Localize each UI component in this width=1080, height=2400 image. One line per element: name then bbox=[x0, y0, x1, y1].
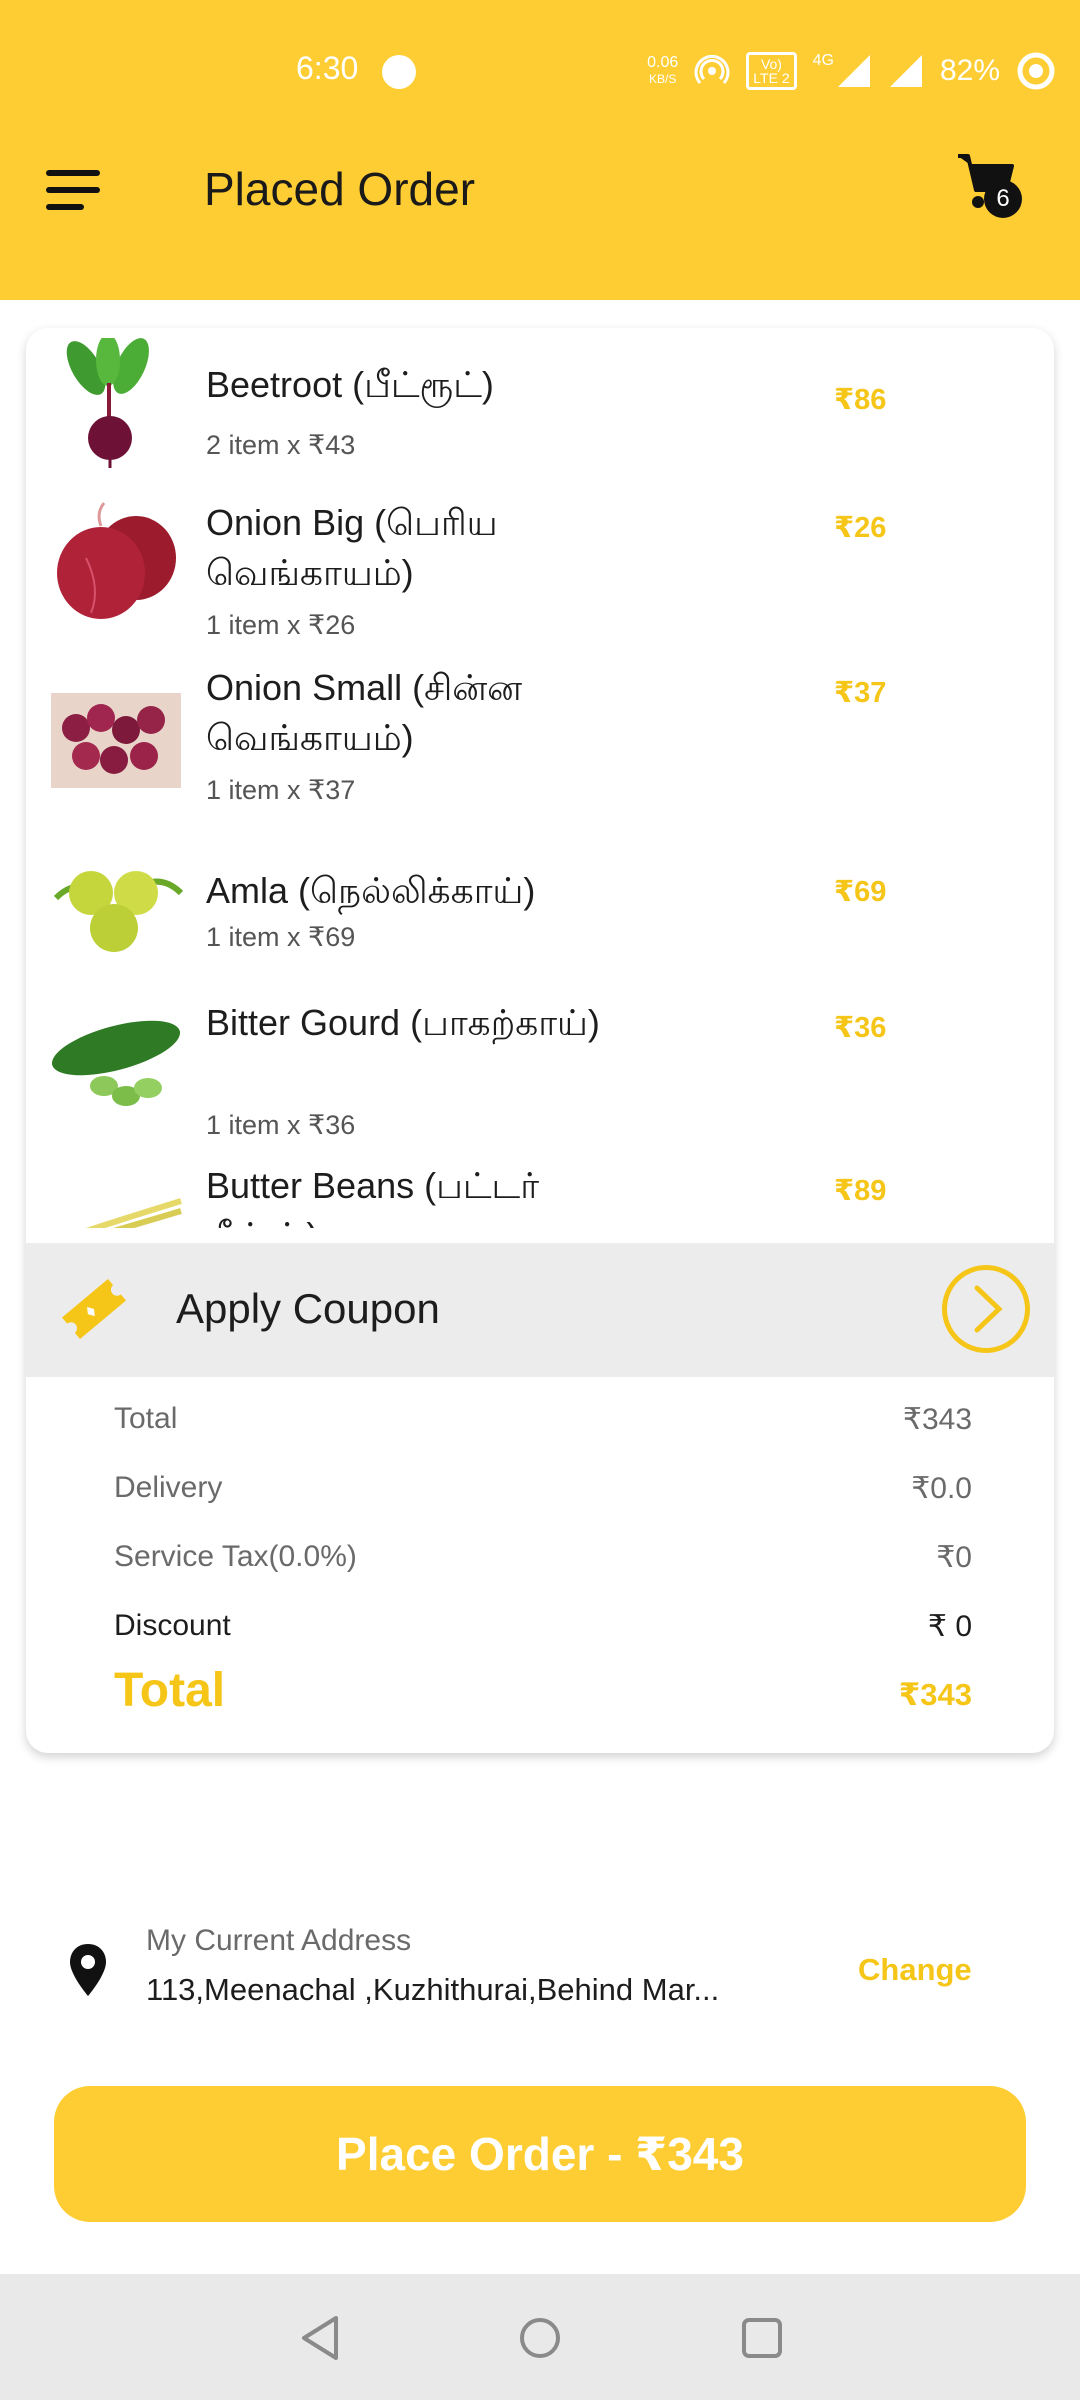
summary-discount-label: Discount bbox=[114, 1609, 231, 1642]
item-name: Onion Big (பெரிய வெங்காயம்) bbox=[206, 502, 498, 593]
item-name: Bitter Gourd (பாகற்காய்) bbox=[206, 1002, 600, 1043]
battery-percent: 82% bbox=[939, 54, 1000, 87]
status-icons: 0.06 KB/S Vo) LTE 2 4G 82% bbox=[647, 48, 1056, 94]
signal-icon bbox=[837, 55, 870, 87]
item-qty: 1 item x ₹37 bbox=[206, 775, 356, 805]
summary-discount-value: ₹ 0 bbox=[927, 1610, 972, 1643]
chevron-right-icon[interactable] bbox=[942, 1265, 1030, 1353]
item-price: ₹69 bbox=[834, 876, 887, 908]
bitter-gourd-image bbox=[51, 1020, 181, 1106]
grand-total-value: ₹343 bbox=[898, 1677, 972, 1712]
item-name: Butter Beans (பட்டர் பீன்ஸ்) bbox=[206, 1165, 540, 1228]
summary-delivery-value: ₹0.0 bbox=[911, 1472, 972, 1505]
network-type: 4G bbox=[812, 52, 834, 69]
item-price: ₹89 bbox=[834, 1175, 887, 1207]
location-pin-icon bbox=[70, 1944, 106, 1996]
back-icon[interactable] bbox=[298, 2314, 342, 2362]
battery-icon bbox=[1017, 52, 1055, 90]
apply-coupon-label: Apply Coupon bbox=[176, 1285, 440, 1332]
item-price: ₹37 bbox=[834, 677, 887, 709]
app-root: 6:30 0.06 KB/S Vo) LTE 2 4G 82% Placed O… bbox=[0, 0, 1080, 2400]
place-order-button[interactable]: Place Order - ₹343 bbox=[54, 2086, 1026, 2222]
volte-icon: Vo) LTE 2 bbox=[746, 52, 797, 90]
item-qty: 1 item x ₹36 bbox=[206, 1110, 356, 1140]
address-label: My Current Address bbox=[146, 1924, 412, 1957]
order-item-list[interactable]: Beetroot (பீட்ரூட்) 2 item x ₹43 ₹86 Oni… bbox=[26, 328, 1054, 1228]
hotspot-icon bbox=[694, 54, 730, 84]
beetroot-image bbox=[66, 338, 149, 468]
summary-tax-value: ₹0 bbox=[936, 1541, 972, 1574]
volte-line1: Vo) bbox=[760, 56, 782, 72]
address-text: 113,Meenachal ,Kuzhithurai,Behind Mar... bbox=[146, 1972, 720, 2007]
notification-app-icon bbox=[382, 55, 416, 89]
app-header: 6:30 0.06 KB/S Vo) LTE 2 4G 82% Placed O… bbox=[0, 0, 1080, 300]
summary-total-row: Total ₹343 bbox=[114, 1402, 972, 1436]
item-qty: 1 item x ₹26 bbox=[206, 610, 356, 640]
grand-total-label: Total bbox=[114, 1664, 226, 1717]
item-name: Onion Small (சின்ன வெங்காயம்) bbox=[206, 667, 523, 758]
butter-beans-image bbox=[85, 1198, 182, 1228]
apply-coupon-button[interactable]: Apply Coupon bbox=[26, 1243, 1054, 1377]
status-time: 6:30 bbox=[296, 50, 359, 86]
summary-total-value: ₹343 bbox=[902, 1403, 972, 1436]
item-name: Amla (நெல்லிக்காய்) bbox=[206, 870, 536, 911]
status-bar: 6:30 0.06 KB/S Vo) LTE 2 4G 82% bbox=[0, 0, 1080, 140]
item-price: ₹26 bbox=[834, 512, 887, 544]
signal-icon-2 bbox=[889, 55, 922, 87]
volte-line2: LTE 2 bbox=[753, 70, 790, 86]
recents-icon[interactable] bbox=[740, 2316, 784, 2360]
summary-tax-row: Service Tax(0.0%) ₹0 bbox=[114, 1540, 972, 1574]
onion-small-image bbox=[51, 693, 181, 788]
summary-delivery-row: Delivery ₹0.0 bbox=[114, 1471, 972, 1505]
net-speed-value: 0.06 bbox=[647, 54, 679, 71]
coupon-ticket-icon bbox=[62, 1278, 126, 1340]
order-card: Beetroot (பீட்ரூட்) 2 item x ₹43 ₹86 Oni… bbox=[26, 328, 1054, 1753]
cart-count-badge: 6 bbox=[984, 180, 1022, 218]
net-speed-unit: KB/S bbox=[649, 72, 677, 86]
item-qty: 2 item x ₹43 bbox=[206, 430, 356, 460]
onion-big-image bbox=[57, 502, 176, 619]
cart-button[interactable]: 6 bbox=[956, 150, 1026, 220]
menu-icon[interactable] bbox=[46, 170, 100, 210]
item-qty: 1 item x ₹69 bbox=[206, 922, 356, 952]
change-address-button[interactable]: Change bbox=[858, 1952, 972, 1988]
item-name: Beetroot (பீட்ரூட்) bbox=[206, 364, 494, 405]
item-price: ₹36 bbox=[834, 1012, 887, 1044]
home-icon[interactable] bbox=[518, 2316, 562, 2360]
item-price: ₹86 bbox=[834, 384, 887, 416]
summary-delivery-label: Delivery bbox=[114, 1471, 223, 1504]
system-nav-bar bbox=[0, 2274, 1080, 2400]
summary-discount-row: Discount ₹ 0 bbox=[114, 1609, 972, 1643]
amla-image bbox=[53, 871, 184, 952]
page-title: Placed Order bbox=[204, 163, 476, 215]
net-speed: 0.06 KB/S bbox=[647, 55, 678, 87]
summary-tax-label: Service Tax(0.0%) bbox=[114, 1540, 357, 1573]
summary-total-label: Total bbox=[114, 1402, 178, 1435]
